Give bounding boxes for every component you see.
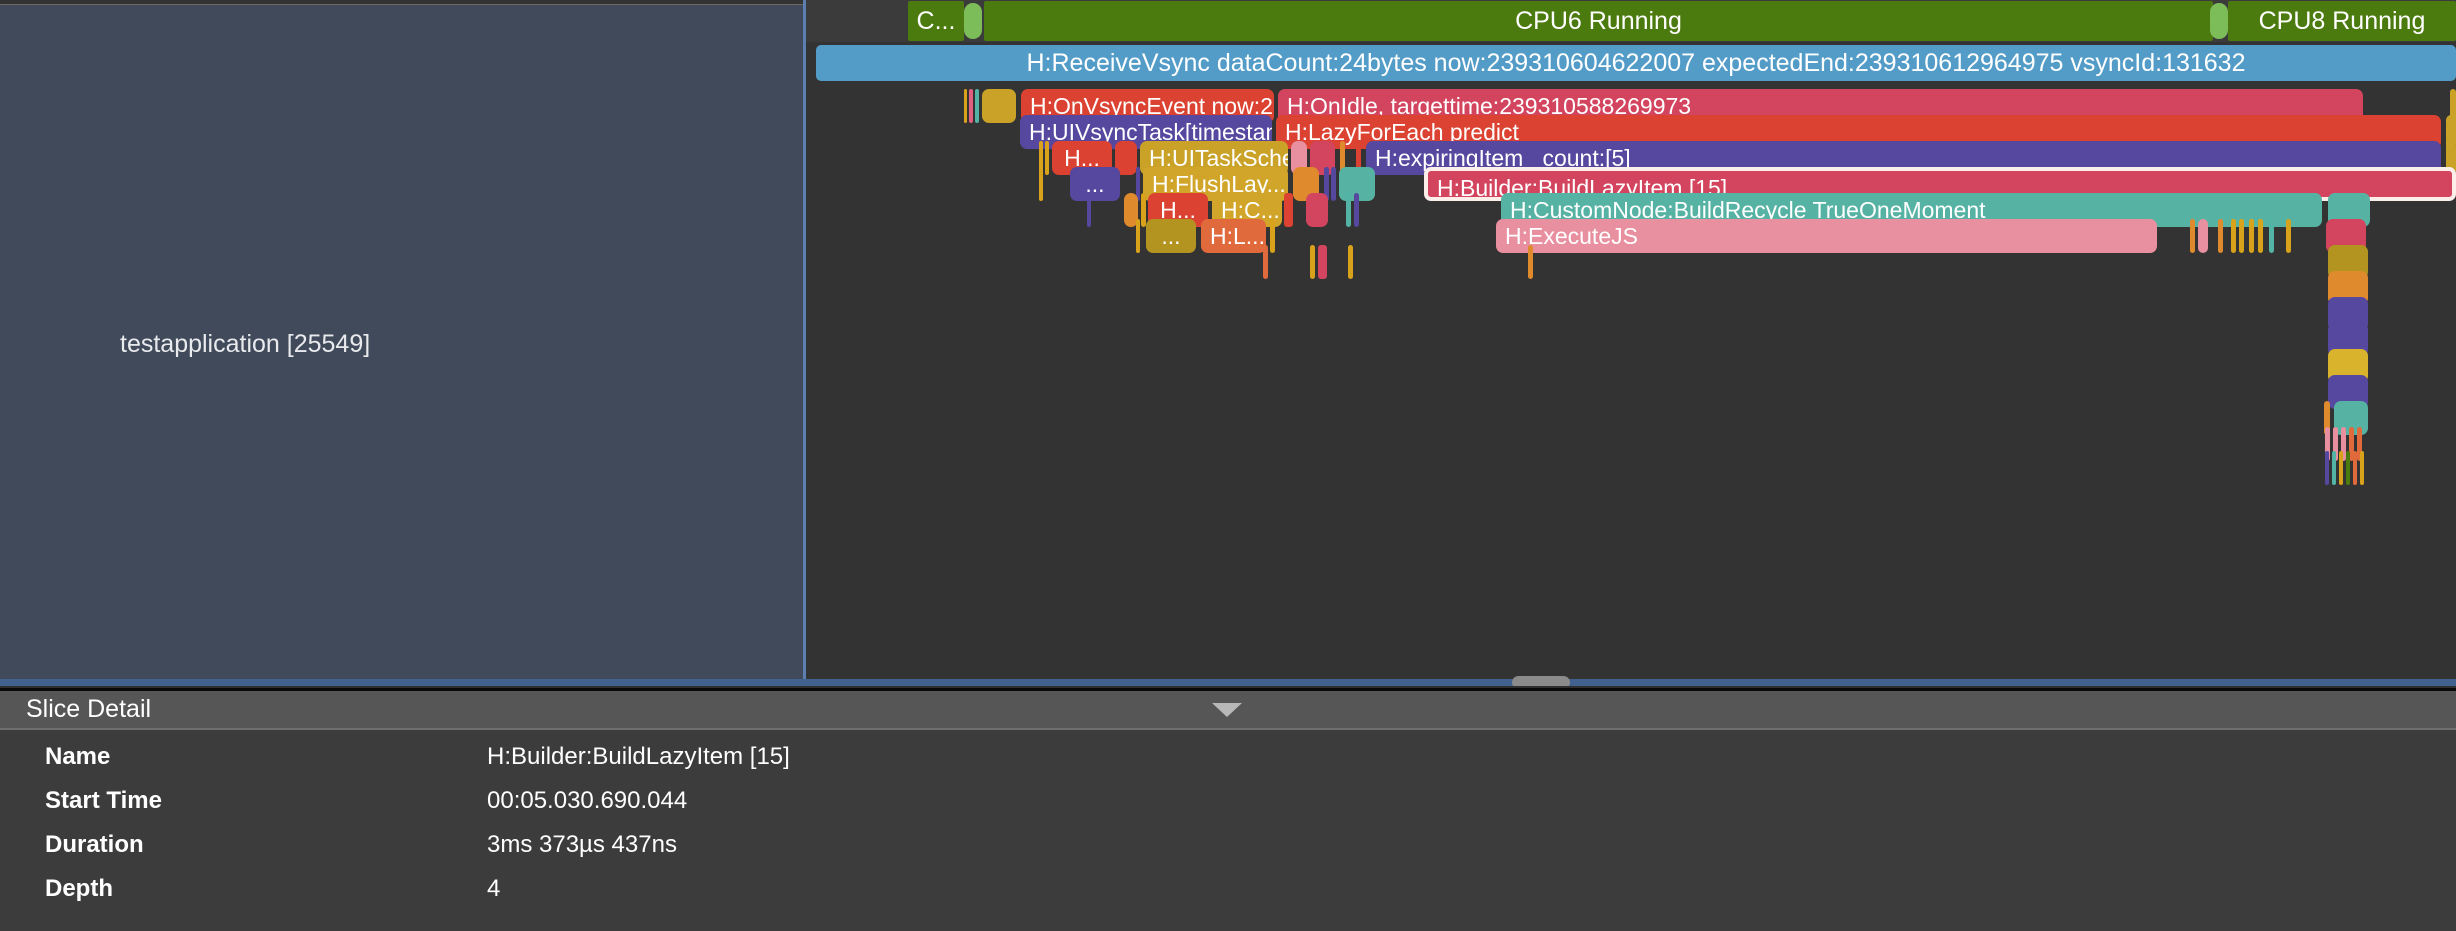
slice-thin[interactable] bbox=[2360, 451, 2364, 485]
slice-receivevsync[interactable]: H:ReceiveVsync dataCount:24bytes now:239… bbox=[816, 45, 2456, 81]
cpu-state-row: C... CPU6 Running CPU8 Running bbox=[806, 0, 2456, 42]
detail-row: Depth 4 bbox=[0, 867, 2456, 911]
chevron-down-icon[interactable] bbox=[1212, 703, 1242, 717]
detail-key: Start Time bbox=[45, 779, 162, 823]
horizontal-scrollbar-track[interactable] bbox=[0, 679, 2456, 686]
detail-key: Depth bbox=[45, 867, 113, 911]
slice-detail-panel: Slice Detail Name H:Builder:BuildLazyItem… bbox=[0, 688, 2456, 931]
detail-key: Duration bbox=[45, 823, 144, 867]
slice-thin[interactable] bbox=[2325, 451, 2329, 485]
detail-row: Name H:Builder:BuildLazyItem [15] bbox=[0, 735, 2456, 779]
detail-row: Start Time 00:05.030.690.044 bbox=[0, 779, 2456, 823]
detail-value: 00:05.030.690.044 bbox=[487, 779, 687, 823]
slice-row-depth-15 bbox=[806, 448, 2456, 488]
detail-value: H:Builder:BuildLazyItem [15] bbox=[487, 735, 790, 779]
slice-thin[interactable] bbox=[2339, 451, 2343, 485]
slice-chart-pane[interactable]: C... CPU6 Running CPU8 Running H:ReceiveVs… bbox=[806, 0, 2456, 686]
cpu-slice-cpu8[interactable]: CPU8 Running bbox=[2228, 1, 2456, 41]
track-process-label: testapplication [25549] bbox=[120, 330, 370, 359]
timeline-area[interactable]: testapplication [25549] C... CPU6 Running… bbox=[0, 0, 2456, 686]
track-name-pane[interactable]: testapplication [25549] bbox=[0, 4, 803, 686]
cpu-slice-cpu6[interactable]: CPU6 Running bbox=[984, 1, 2213, 41]
detail-tabstrip: Slice Detail bbox=[0, 691, 2456, 728]
trace-viewer-window: testapplication [25549] C... CPU6 Running… bbox=[0, 0, 2456, 928]
tab-slice-detail[interactable]: Slice Detail bbox=[0, 691, 177, 728]
detail-value: 3ms 373µs 437ns bbox=[487, 823, 677, 867]
detail-row: Duration 3ms 373µs 437ns bbox=[0, 823, 2456, 867]
cpu-wakeup-pill-1[interactable] bbox=[964, 3, 982, 39]
tabstrip-underline bbox=[0, 728, 2456, 730]
detail-field-table: NameH:Builder:BuildLazyItem [15]Start Ti… bbox=[0, 735, 2456, 911]
slice-thin[interactable] bbox=[2332, 451, 2336, 485]
horizontal-scrollbar-thumb[interactable] bbox=[1512, 676, 1570, 686]
slice-thin[interactable] bbox=[2346, 451, 2350, 485]
cpu-slice-truncated[interactable]: C... bbox=[908, 1, 964, 41]
cpu-wakeup-pill-2[interactable] bbox=[2210, 3, 2228, 39]
detail-value: 4 bbox=[487, 867, 500, 911]
slice-thin[interactable] bbox=[2353, 451, 2357, 485]
vsync-row: H:ReceiveVsync dataCount:24bytes now:239… bbox=[806, 44, 2456, 82]
detail-key: Name bbox=[45, 735, 110, 779]
